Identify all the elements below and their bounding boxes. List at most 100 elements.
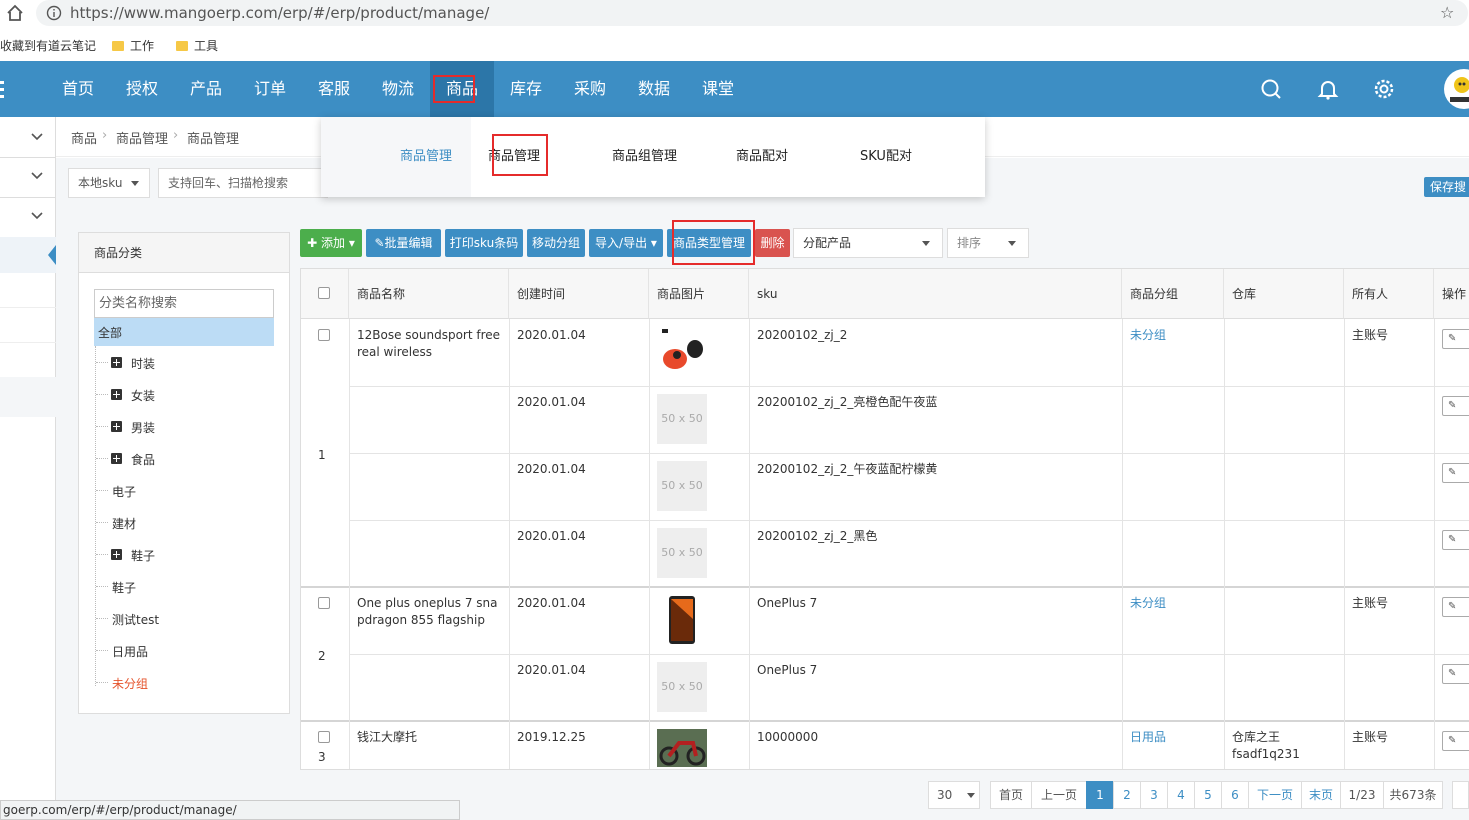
page-first[interactable]: 首页	[990, 781, 1032, 809]
column-line	[749, 319, 750, 587]
info-icon[interactable]	[46, 5, 62, 21]
nav-service[interactable]: 客服	[308, 61, 360, 117]
product-image-earbuds[interactable]	[657, 327, 707, 377]
header-name[interactable]: 商品名称	[349, 269, 509, 319]
category-item-all[interactable]: 全部	[94, 318, 274, 346]
move-group-button[interactable]: 移动分组	[527, 229, 585, 257]
row-checkbox[interactable]	[318, 597, 330, 609]
header-created[interactable]: 创建时间	[509, 269, 649, 319]
product-image-motorcycle[interactable]	[657, 729, 707, 769]
delete-button[interactable]: 删除	[755, 229, 790, 257]
edit-button[interactable]: ✎	[1442, 329, 1469, 349]
assign-product-select[interactable]: 分配产品	[793, 228, 943, 258]
page-number[interactable]: 3	[1140, 781, 1168, 809]
category-label: 鞋子	[112, 581, 137, 595]
category-search-input[interactable]: 分类名称搜索	[94, 289, 274, 318]
expand-plus-icon[interactable]	[111, 357, 122, 368]
nav-goods[interactable]: 商品	[430, 61, 494, 117]
edit-button[interactable]: ✎	[1442, 463, 1469, 483]
header-sku[interactable]: sku	[749, 269, 1122, 319]
page-last[interactable]: 末页	[1301, 781, 1341, 809]
search-input[interactable]: 支持回车、扫描枪搜索	[158, 168, 328, 198]
nav-logistics[interactable]: 物流	[372, 61, 424, 117]
page-number[interactable]: 6	[1221, 781, 1249, 809]
product-name[interactable]: 钱江大摩托	[357, 729, 503, 746]
nav-home[interactable]: 首页	[52, 61, 104, 117]
page-prev[interactable]: 上一页	[1031, 781, 1087, 809]
column-line	[1344, 721, 1345, 769]
menu-icon[interactable]	[0, 81, 4, 99]
sort-select[interactable]: 排序	[947, 228, 1029, 258]
edit-button[interactable]: ✎	[1442, 664, 1469, 684]
bookmark-work[interactable]: 工作	[112, 37, 154, 54]
expand-plus-icon[interactable]	[111, 453, 122, 464]
gear-icon[interactable]	[1371, 76, 1397, 102]
edit-button[interactable]: ✎	[1442, 530, 1469, 550]
page-number[interactable]: 4	[1167, 781, 1195, 809]
category-label: 男装	[131, 421, 156, 435]
avatar[interactable]	[1444, 69, 1469, 109]
expand-plus-icon[interactable]	[111, 389, 122, 400]
divider	[0, 197, 56, 198]
image-placeholder[interactable]: 50 x 50	[657, 662, 707, 712]
nav-order[interactable]: 订单	[244, 61, 296, 117]
image-placeholder[interactable]: 50 x 50	[657, 461, 707, 511]
bell-icon[interactable]	[1315, 76, 1341, 102]
add-button[interactable]: ✚ 添加 ▾	[300, 229, 362, 257]
product-name[interactable]: One plus oneplus 7 snapdragon 855 flagsh…	[357, 595, 503, 629]
print-sku-button[interactable]: 打印sku条码	[445, 229, 523, 257]
product-group-link[interactable]: 未分组	[1130, 327, 1166, 344]
submenu-group-manage[interactable]: 商品组管理	[612, 145, 677, 164]
nav-product[interactable]: 产品	[180, 61, 232, 117]
submenu-title[interactable]: 商品管理	[400, 145, 452, 164]
save-search-button[interactable]: 保存搜	[1424, 177, 1469, 197]
nav-auth[interactable]: 授权	[116, 61, 168, 117]
row-index: 2	[318, 649, 326, 663]
search-icon[interactable]	[1258, 76, 1284, 102]
edit-button[interactable]: ✎	[1442, 731, 1469, 751]
row-checkbox[interactable]	[318, 329, 330, 341]
chevron-down-icon[interactable]	[30, 211, 44, 221]
select-all-checkbox[interactable]	[318, 287, 330, 299]
submenu-sku-match[interactable]: SKU配对	[860, 145, 912, 164]
image-placeholder[interactable]: 50 x 50	[657, 528, 707, 578]
page-jump-input[interactable]	[1452, 781, 1469, 809]
product-image-phone[interactable]	[657, 595, 707, 645]
edit-button[interactable]: ✎	[1442, 597, 1469, 617]
highlight-box	[672, 220, 755, 265]
address-url[interactable]: https://www.mangoerp.com/erp/#/erp/produ…	[70, 4, 489, 22]
batch-edit-button[interactable]: ✎批量编辑	[366, 229, 441, 257]
edit-button[interactable]: ✎	[1442, 396, 1469, 416]
product-name[interactable]: 12Bose soundsport free real wireless	[357, 327, 503, 361]
divider	[349, 386, 1469, 387]
chevron-down-icon[interactable]	[30, 132, 44, 142]
sku-type-select[interactable]: 本地sku	[68, 168, 150, 198]
column-line	[1224, 721, 1225, 769]
row-checkbox[interactable]	[318, 731, 330, 743]
expand-plus-icon[interactable]	[111, 421, 122, 432]
nav-inventory[interactable]: 库存	[500, 61, 552, 117]
image-placeholder[interactable]: 50 x 50	[657, 394, 707, 444]
sidebar-item[interactable]	[0, 377, 56, 417]
nav-purchase[interactable]: 采购	[564, 61, 616, 117]
product-group-link[interactable]: 未分组	[1130, 595, 1166, 612]
home-icon[interactable]	[6, 4, 24, 22]
bookmark-tools[interactable]: 工具	[176, 37, 218, 54]
nav-data[interactable]: 数据	[628, 61, 680, 117]
bookmark-youdao[interactable]: 收藏到有道云笔记	[0, 37, 96, 54]
expand-plus-icon[interactable]	[111, 549, 122, 560]
chevron-down-icon[interactable]	[30, 171, 44, 181]
import-export-button[interactable]: 导入/导出 ▾	[589, 229, 663, 257]
page-number[interactable]: 1	[1086, 781, 1114, 809]
breadcrumb-item[interactable]: 商品管理	[116, 128, 168, 147]
page-next[interactable]: 下一页	[1248, 781, 1302, 809]
nav-classroom[interactable]: 课堂	[692, 61, 744, 117]
breadcrumb-item[interactable]: 商品	[71, 128, 97, 147]
bookmark-star-icon[interactable]: ☆	[1440, 3, 1454, 22]
submenu-goods-match[interactable]: 商品配对	[736, 145, 788, 164]
column-line	[349, 721, 350, 769]
page-size-select[interactable]: 30	[928, 781, 980, 809]
product-group-link[interactable]: 日用品	[1130, 729, 1166, 746]
page-number[interactable]: 2	[1113, 781, 1141, 809]
page-number[interactable]: 5	[1194, 781, 1222, 809]
